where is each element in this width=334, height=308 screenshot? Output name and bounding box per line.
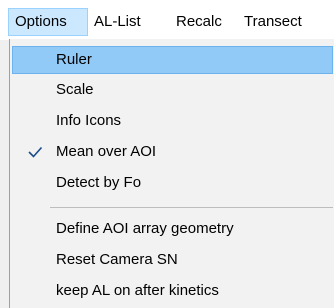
- menu-item-define-aoi-array-geometry[interactable]: Define AOI array geometry: [12, 215, 333, 243]
- menu-item-info-icons[interactable]: Info Icons: [12, 107, 333, 135]
- menu-options[interactable]: Options: [8, 8, 88, 36]
- options-dropdown-menu: Ruler Scale Info Icons Mean over AOI Det…: [9, 39, 334, 308]
- menu-item-label: Scale: [56, 81, 94, 98]
- menu-item-scale[interactable]: Scale: [12, 76, 333, 104]
- menu-item-detect-by-fo[interactable]: Detect by Fo: [12, 169, 333, 197]
- menu-item-mean-over-aoi[interactable]: Mean over AOI: [12, 138, 333, 166]
- menu-item-reset-camera-sn[interactable]: Reset Camera SN: [12, 246, 333, 274]
- menu-al-list[interactable]: AL-List: [88, 8, 170, 36]
- menu-item-ruler[interactable]: Ruler: [12, 46, 333, 74]
- menu-item-keep-al-on-after-kinetics[interactable]: keep AL on after kinetics: [12, 277, 333, 305]
- menu-item-label: Info Icons: [56, 112, 122, 129]
- menu-transect[interactable]: Transect: [238, 8, 318, 36]
- menu-item-label: Ruler: [56, 51, 92, 68]
- menu-item-label: Reset Camera SN: [56, 251, 178, 268]
- menu-bar: Options AL-List Recalc Transect: [0, 0, 334, 40]
- menu-item-label: Mean over AOI: [56, 143, 157, 160]
- menu-item-label: Define AOI array geometry: [56, 220, 234, 237]
- menu-separator: [50, 207, 333, 208]
- menu-item-label: Detect by Fo: [56, 174, 142, 191]
- checkmark-icon: [28, 146, 43, 158]
- menu-item-label: keep AL on after kinetics: [56, 282, 219, 299]
- menu-recalc[interactable]: Recalc: [170, 8, 238, 36]
